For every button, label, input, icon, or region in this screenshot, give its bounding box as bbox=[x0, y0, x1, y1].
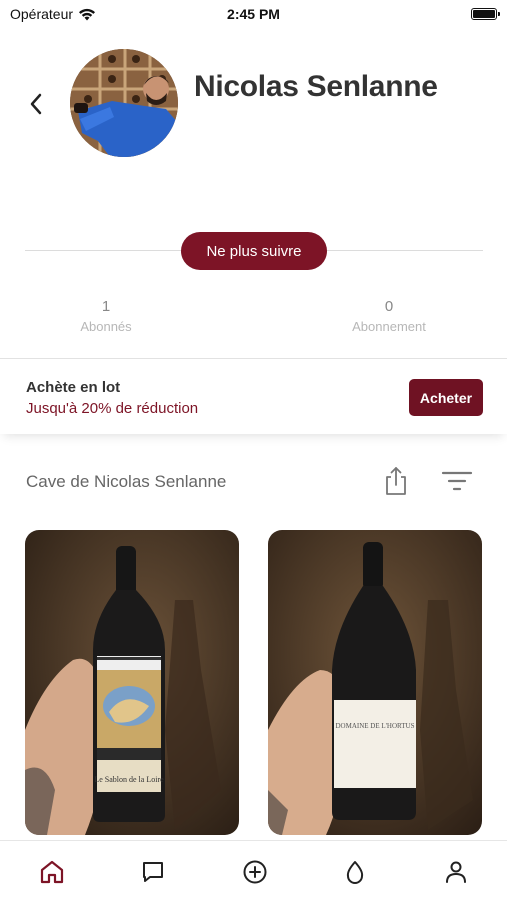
wine-bottle-photo: Le Sablon de la Loire bbox=[25, 530, 239, 835]
wine-card[interactable]: Le Sablon de la Loire bbox=[25, 530, 239, 835]
followers-stat[interactable]: 1 Abonnés bbox=[6, 298, 206, 334]
avatar bbox=[70, 49, 178, 157]
followers-label: Abonnés bbox=[80, 319, 132, 334]
wine-card[interactable]: DOMAINE DE L'HORTUS bbox=[268, 530, 482, 835]
tab-profile[interactable] bbox=[441, 857, 471, 887]
followers-count: 1 bbox=[101, 298, 111, 315]
home-icon bbox=[40, 860, 64, 884]
tab-home[interactable] bbox=[37, 857, 67, 887]
battery-icon bbox=[471, 8, 500, 20]
add-icon bbox=[243, 860, 267, 884]
chat-icon bbox=[143, 862, 163, 882]
clock: 2:45 PM bbox=[227, 6, 280, 22]
tab-bar bbox=[0, 840, 507, 900]
promo-title: Achète en lot bbox=[26, 379, 121, 396]
chevron-left-icon bbox=[30, 93, 42, 115]
back-button[interactable] bbox=[24, 90, 48, 118]
wine-bottle-photo: DOMAINE DE L'HORTUS bbox=[268, 530, 482, 835]
cellar-title: Cave de Nicolas Senlanne bbox=[26, 472, 227, 491]
tab-add[interactable] bbox=[240, 857, 270, 887]
following-stat[interactable]: 0 Abonnement bbox=[289, 298, 489, 334]
buy-button[interactable]: Acheter bbox=[409, 379, 483, 416]
tab-wine[interactable] bbox=[340, 857, 370, 887]
filter-button[interactable] bbox=[441, 468, 473, 494]
following-label: Abonnement bbox=[352, 319, 426, 334]
profile-icon bbox=[446, 861, 466, 883]
share-button[interactable] bbox=[383, 466, 409, 496]
tab-messages[interactable] bbox=[138, 857, 168, 887]
bottle-label-2: DOMAINE DE L'HORTUS bbox=[335, 722, 414, 730]
filter-icon bbox=[441, 471, 473, 491]
status-bar: Opérateur 2:45 PM bbox=[0, 0, 507, 30]
divider-right bbox=[327, 250, 483, 251]
share-icon bbox=[386, 467, 406, 495]
profile-name: Nicolas Senlanne bbox=[194, 70, 438, 103]
following-count: 0 bbox=[384, 298, 394, 315]
divider-left bbox=[25, 250, 181, 251]
unfollow-button[interactable]: Ne plus suivre bbox=[181, 232, 327, 270]
drop-icon bbox=[346, 861, 364, 884]
bulk-buy-banner: Achète en lot Jusqu'à 20% de réduction A… bbox=[0, 358, 507, 434]
bottle-label-1: Le Sablon de la Loire bbox=[94, 775, 164, 784]
promo-subtitle: Jusqu'à 20% de réduction bbox=[26, 400, 199, 417]
